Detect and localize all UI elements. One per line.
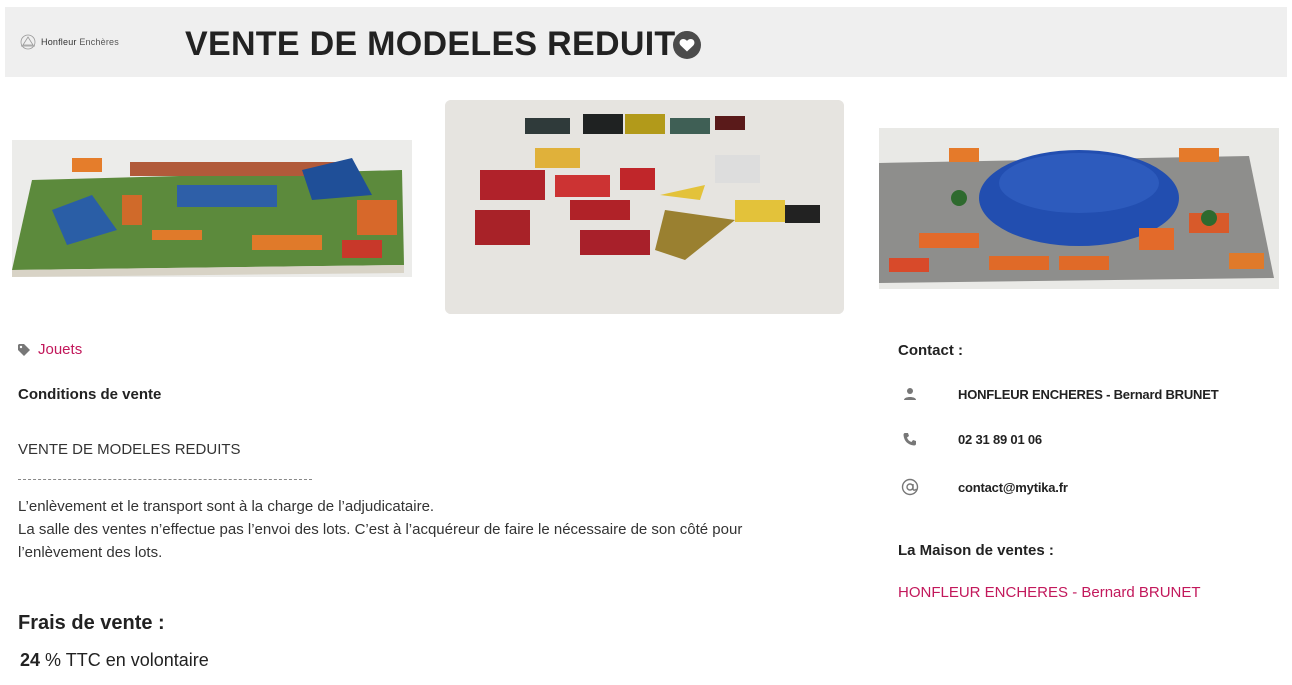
page-header: Honfleur Enchères VENTE DE MODELES REDUI… <box>5 7 1287 77</box>
conditions-title: Conditions de vente <box>18 386 162 403</box>
contact-phone-row: 02 31 89 01 06 <box>898 429 1042 449</box>
auction-house-link[interactable]: HONFLEUR ENCHERES - Bernard BRUNET <box>898 584 1201 601</box>
category-link-jouets[interactable]: Jouets <box>38 341 82 358</box>
fees-title: Frais de vente : <box>18 612 165 634</box>
gallery-image-3[interactable] <box>879 128 1279 289</box>
auction-house-logo[interactable]: Honfleur Enchères <box>19 31 119 53</box>
conditions-line-2: La salle des ventes n’effectue pas l’env… <box>18 521 743 561</box>
contact-email[interactable]: contact@mytika.fr <box>958 480 1068 495</box>
contact-title: Contact : <box>898 342 963 359</box>
page-title: VENTE DE MODELES REDUITS <box>185 25 699 63</box>
fees-text: % TTC en volontaire <box>40 650 209 670</box>
at-sign-icon <box>898 477 922 497</box>
phone-icon <box>898 429 922 449</box>
conditions-text: L’enlèvement et le transport sont à la c… <box>18 495 798 564</box>
fees-line: 24 % TTC en volontaire <box>20 650 209 671</box>
sale-name: VENTE DE MODELES REDUITS <box>18 441 241 458</box>
gallery-image-1[interactable] <box>12 140 412 277</box>
contact-phone[interactable]: 02 31 89 01 06 <box>958 432 1042 447</box>
favorite-heart-icon[interactable] <box>673 31 701 59</box>
conditions-line-1: L’enlèvement et le transport sont à la c… <box>18 498 435 515</box>
contact-name-row: HONFLEUR ENCHERES - Bernard BRUNET <box>898 384 1219 404</box>
contact-email-row: contact@mytika.fr <box>898 477 1068 497</box>
separator-line <box>18 479 312 480</box>
logo-emblem-icon <box>20 34 36 50</box>
person-icon <box>898 384 922 404</box>
tag-icon <box>18 343 30 356</box>
contact-name: HONFLEUR ENCHERES - Bernard BRUNET <box>958 386 1219 402</box>
logo-text: Honfleur Enchères <box>41 37 119 47</box>
auction-house-title: La Maison de ventes : <box>898 542 1054 559</box>
gallery-image-2[interactable] <box>445 100 844 314</box>
category: Jouets <box>18 341 82 358</box>
fees-value: 24 <box>20 650 41 670</box>
